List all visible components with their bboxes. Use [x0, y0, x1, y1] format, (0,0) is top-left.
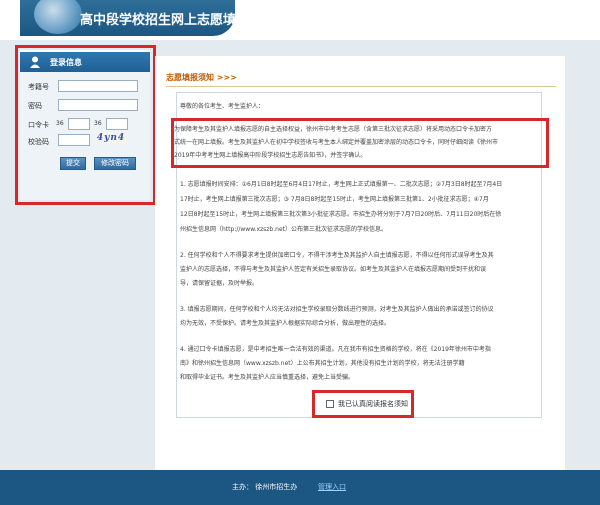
- app-title: 高中段学校招生网上志愿填报系统: [80, 13, 276, 28]
- notice-line: 2. 任何学校和个人不得要求考生提供加密口令，不得干涉考生及其监护人自主填报志愿…: [180, 252, 494, 259]
- header: 高中段学校招生网上志愿填报系统: [0, 0, 600, 40]
- login-highlight-frame: [15, 45, 156, 205]
- footer-host: 主办： 徐州市招生办: [232, 483, 298, 491]
- agree-highlight-frame: [312, 390, 414, 418]
- notice-line: 1. 志愿填报时间安排：①6月1日8时起至6月4日17时止，考生网上正式填报第一…: [180, 181, 503, 188]
- admin-link[interactable]: 管理入口: [318, 482, 346, 492]
- emblem-icon: [34, 0, 82, 34]
- footer: 主办： 徐州市招生办 管理入口: [0, 470, 600, 505]
- notice-line: 17时止，考生网上填报第三批次志愿；③ 7月8日8时起至15时止，考生网上填报第…: [180, 196, 489, 203]
- notice-line: 均为无效，不受保护。请考生及其监护人根据实际综合分析，做出理性的选择。: [180, 320, 391, 327]
- notice-greeting: 尊敬的各位考生、考生监护人：: [180, 103, 265, 110]
- notice-line: 4. 通过口令卡填报志愿，是中考招生唯一合法有效的渠道。凡在我市有招生资格的学校…: [180, 346, 491, 353]
- notice-line: 导，请保留证据，及时举报。: [180, 280, 259, 287]
- notice-line: 州招生信息网（http://www.xzszb.net）公布第三批次征求志愿的学…: [180, 226, 387, 233]
- title-bar: 高中段学校招生网上志愿填报系统: [20, 0, 275, 36]
- notice-line: 南》和徐州招生信息网（www.xzszb.net）上公布其招生计划，其他没有招生…: [180, 360, 465, 367]
- notice-highlight-frame: [171, 118, 549, 168]
- notice-line: 3. 填报志愿期间，任何学校和个人均无法对招生学校录取分数线进行预测，对考生及其…: [180, 306, 494, 313]
- notice-line: 监护人的志愿选择，不得与考生及其监护人签定有关招生录取协议。如考生及其监护人在填…: [180, 266, 487, 273]
- divider: [166, 86, 556, 87]
- notice-line: 和取得毕业证书。考生及其监护人应当慎重选择，避免上当受骗。: [180, 374, 355, 381]
- notice-title: 志愿填报须知 >>>: [166, 73, 237, 82]
- notice-line: 12日8时起至15时止，考生网上填报第三批次第3小批征求志愿。市招生办将分别于7…: [180, 211, 502, 218]
